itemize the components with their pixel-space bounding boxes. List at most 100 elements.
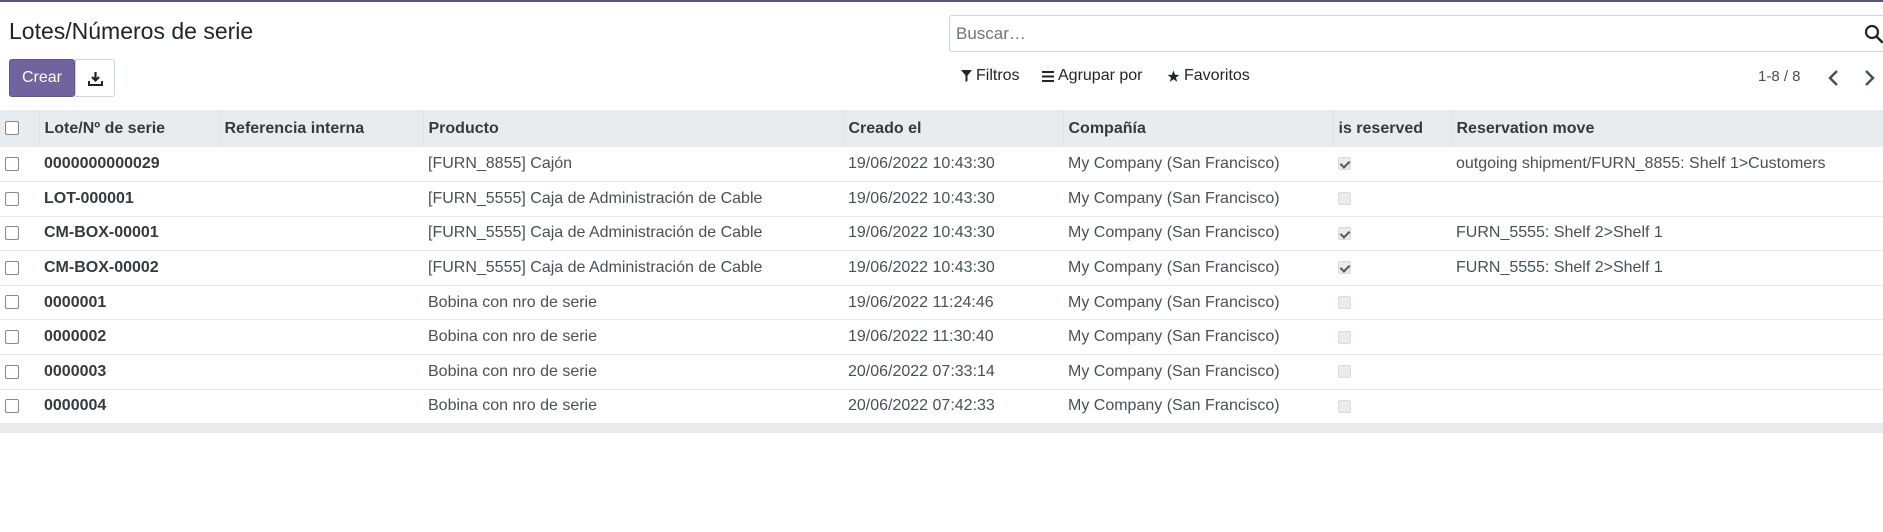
company-cell: My Company (San Francisco): [1068, 328, 1280, 346]
ref-cell: [219, 389, 423, 424]
ref-cell: [219, 320, 423, 355]
table-row[interactable]: CM-BOX-00001 [FURN_5555] Caja de Adminis…: [0, 216, 1883, 251]
chevron-left-icon[interactable]: [1825, 68, 1843, 88]
filters-dropdown[interactable]: Filtros: [961, 67, 1020, 85]
reserved-checkbox: [1338, 365, 1351, 379]
table-row[interactable]: 0000001 Bobina con nro de serie 19/06/20…: [0, 285, 1883, 320]
col-header-created[interactable]: Creado el: [843, 110, 1064, 147]
reserved-checkbox: [1338, 157, 1351, 171]
move-cell: [1451, 320, 1883, 355]
table-row[interactable]: CM-BOX-00002 [FURN_5555] Caja de Adminis…: [0, 251, 1883, 286]
lot-cell: 0000004: [44, 397, 107, 415]
created-cell: 19/06/2022 10:43:30: [848, 189, 995, 207]
company-cell: My Company (San Francisco): [1068, 397, 1280, 415]
move-cell: outgoing shipment/FURN_8855: Shelf 1>Cus…: [1456, 155, 1826, 173]
move-cell: FURN_5555: Shelf 2>Shelf 1: [1456, 224, 1663, 242]
reserved-cell: [1333, 216, 1451, 251]
row-checkbox[interactable]: [5, 295, 19, 310]
product-cell: [FURN_5555] Caja de Administración de Ca…: [428, 224, 763, 242]
reserved-cell: [1333, 355, 1451, 390]
created-cell: 19/06/2022 10:43:30: [848, 224, 995, 242]
reserved-checkbox: [1338, 295, 1351, 309]
product-cell: [FURN_8855] Cajón: [428, 155, 573, 173]
company-cell: My Company (San Francisco): [1068, 259, 1280, 277]
col-header-company[interactable]: Compañía: [1063, 110, 1334, 147]
ref-cell: [219, 216, 423, 251]
ref-cell: [219, 182, 423, 217]
row-checkbox[interactable]: [5, 226, 19, 241]
groupby-label: Agrupar por: [1058, 67, 1143, 84]
lot-cell: LOT-000001: [44, 189, 134, 207]
create-button[interactable]: Crear: [9, 59, 75, 97]
search-input[interactable]: [956, 20, 1816, 47]
reserved-cell: [1333, 285, 1451, 320]
ref-cell: [219, 251, 423, 286]
row-checkbox[interactable]: [5, 191, 19, 206]
search-icon[interactable]: [1864, 24, 1883, 44]
favorites-label: Favoritos: [1184, 67, 1250, 84]
lots-table: Lote/Nº de serie Referencia interna Prod…: [0, 110, 1883, 424]
filters-label: Filtros: [976, 67, 1020, 84]
ref-cell: [219, 147, 423, 182]
reserved-checkbox: [1338, 226, 1351, 240]
lot-cell: CM-BOX-00002: [44, 259, 159, 277]
reserved-checkbox: [1338, 399, 1351, 413]
col-header-internal-ref[interactable]: Referencia interna: [219, 110, 424, 147]
row-checkbox[interactable]: [5, 260, 19, 275]
list-icon: [1042, 70, 1054, 82]
control-panel: Lotes/Números de serie Crear Filtros Agr…: [0, 2, 1883, 110]
reserved-checkbox: [1338, 192, 1351, 206]
created-cell: 19/06/2022 11:30:40: [848, 328, 994, 346]
reserved-checkbox: [1338, 330, 1351, 344]
table-footer: [0, 424, 1883, 433]
lot-cell: 0000001: [44, 293, 107, 311]
lot-cell: CM-BOX-00001: [44, 224, 159, 242]
lot-cell: 0000000000029: [44, 155, 160, 173]
move-cell: [1451, 182, 1883, 217]
product-cell: Bobina con nro de serie: [428, 362, 597, 380]
company-cell: My Company (San Francisco): [1068, 293, 1280, 311]
select-all-cell[interactable]: [0, 110, 40, 147]
created-cell: 19/06/2022 10:43:30: [848, 155, 995, 173]
created-cell: 19/06/2022 11:24:46: [848, 293, 994, 311]
download-button[interactable]: [75, 59, 115, 97]
reserved-cell: [1333, 251, 1451, 286]
reserved-cell: [1333, 182, 1451, 217]
col-header-lot[interactable]: Lote/Nº de serie: [39, 110, 220, 147]
move-cell: [1451, 285, 1883, 320]
table-row[interactable]: 0000002 Bobina con nro de serie 19/06/20…: [0, 320, 1883, 355]
table-row[interactable]: 0000004 Bobina con nro de serie 20/06/20…: [0, 389, 1883, 424]
lot-cell: 0000002: [44, 328, 107, 346]
col-header-is-reserved[interactable]: is reserved: [1333, 110, 1452, 147]
move-cell: [1451, 389, 1883, 424]
groupby-dropdown[interactable]: Agrupar por: [1042, 67, 1143, 85]
col-header-reservation-move[interactable]: Reservation move: [1451, 110, 1883, 147]
created-cell: 20/06/2022 07:33:14: [848, 362, 995, 380]
select-all-checkbox[interactable]: [5, 121, 19, 136]
reserved-checkbox: [1338, 261, 1351, 275]
page-title: Lotes/Números de serie: [9, 18, 254, 44]
lot-cell: 0000003: [44, 362, 107, 380]
star-icon: [1167, 70, 1180, 82]
reserved-cell: [1333, 147, 1451, 182]
move-cell: [1451, 355, 1883, 390]
row-checkbox[interactable]: [5, 399, 19, 414]
chevron-right-icon[interactable]: [1860, 68, 1878, 88]
company-cell: My Company (San Francisco): [1068, 155, 1280, 173]
favorites-dropdown[interactable]: Favoritos: [1167, 67, 1250, 85]
filter-icon: [961, 70, 972, 82]
product-cell: Bobina con nro de serie: [428, 328, 597, 346]
row-checkbox[interactable]: [5, 364, 19, 379]
row-checkbox[interactable]: [5, 156, 19, 171]
created-cell: 20/06/2022 07:42:33: [848, 397, 995, 415]
search-box[interactable]: [949, 15, 1883, 52]
table-row[interactable]: LOT-000001 [FURN_5555] Caja de Administr…: [0, 182, 1883, 217]
company-cell: My Company (San Francisco): [1068, 224, 1280, 242]
table-row[interactable]: 0000003 Bobina con nro de serie 20/06/20…: [0, 355, 1883, 390]
pager-value[interactable]: 1-8 / 8: [1758, 68, 1801, 85]
col-header-product[interactable]: Producto: [423, 110, 844, 147]
table-row[interactable]: 0000000000029 [FURN_8855] Cajón 19/06/20…: [0, 147, 1883, 182]
row-checkbox[interactable]: [5, 330, 19, 345]
product-cell: Bobina con nro de serie: [428, 293, 597, 311]
product-cell: [FURN_5555] Caja de Administración de Ca…: [428, 259, 763, 277]
